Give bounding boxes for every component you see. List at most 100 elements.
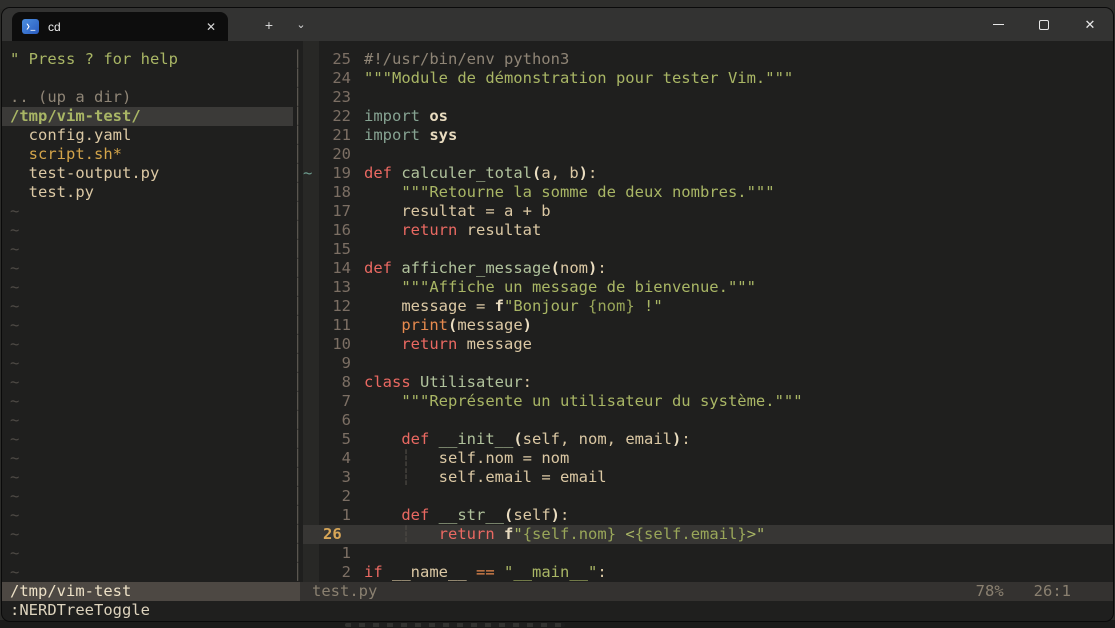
- empty-line-tilde: ~: [2, 259, 293, 278]
- code-line[interactable]: 21import sys: [303, 126, 1113, 145]
- line-number: 4: [319, 449, 351, 468]
- nerdtree-item[interactable]: test-output.py: [2, 164, 293, 183]
- separator-glyph: │: [293, 411, 303, 430]
- line-number: 1: [319, 544, 351, 563]
- new-tab-button[interactable]: +: [256, 14, 282, 38]
- code-line[interactable]: 10 return message: [303, 335, 1113, 354]
- code-line[interactable]: 12 message = f"Bonjour {nom} !": [303, 297, 1113, 316]
- statusline-editor: test.py 78% 26:1: [300, 582, 1113, 601]
- code-line[interactable]: 9: [303, 354, 1113, 373]
- empty-line-tilde: ~: [2, 525, 293, 544]
- empty-line-tilde: ~: [2, 544, 293, 563]
- line-number: 2: [319, 563, 351, 582]
- nerdtree-item[interactable]: config.yaml: [2, 126, 293, 145]
- code-text: """Module de démonstration pour tester V…: [351, 69, 1113, 88]
- nerdtree-item[interactable]: script.sh*: [2, 145, 293, 164]
- titlebar[interactable]: ❯_ cd ✕ + ⌄ ✕: [2, 8, 1113, 41]
- code-line[interactable]: 14def afficher_message(nom):: [303, 259, 1113, 278]
- code-text: """Représente un utilisateur du système.…: [351, 392, 1113, 411]
- close-button[interactable]: ✕: [1067, 8, 1113, 41]
- code-text: if __name__ == "__main__":: [351, 563, 1113, 582]
- editor-buffer[interactable]: 25#!/usr/bin/env python3 24"""Module de …: [303, 41, 1113, 582]
- code-line[interactable]: 4 ┆ self.nom = nom: [303, 449, 1113, 468]
- window-separator[interactable]: ││││││││││││││││││││││││││││: [293, 41, 303, 582]
- separator-glyph: │: [293, 392, 303, 411]
- code-line[interactable]: 13 """Affiche un message de bienvenue.""…: [303, 278, 1113, 297]
- line-number: 14: [319, 259, 351, 278]
- code-line[interactable]: 8class Utilisateur:: [303, 373, 1113, 392]
- code-line[interactable]: 11 print(message): [303, 316, 1113, 335]
- code-line[interactable]: 1: [303, 544, 1113, 563]
- gitgutter-modified-sign: ~: [303, 164, 319, 183]
- code-text: message = f"Bonjour {nom} !": [351, 297, 1113, 316]
- statusline-nerdtree: /tmp/vim-test: [2, 582, 300, 601]
- code-line-current[interactable]: 26 ┆ return f"{self.nom} <{self.email}>": [303, 525, 1113, 544]
- sign-cell: [303, 126, 319, 145]
- empty-line-tilde: ~: [2, 449, 293, 468]
- line-number: 25: [319, 50, 351, 69]
- empty-line-tilde: ~: [2, 221, 293, 240]
- code-line[interactable]: 17 resultat = a + b: [303, 202, 1113, 221]
- nerdtree-panel[interactable]: " Press ? for help.. (up a dir)/tmp/vim-…: [2, 41, 293, 582]
- tab-cd[interactable]: ❯_ cd ✕: [12, 12, 228, 41]
- line-number: 5: [319, 430, 351, 449]
- nerdtree-item[interactable]: test.py: [2, 183, 293, 202]
- line-number: 1: [319, 506, 351, 525]
- code-line[interactable]: 23: [303, 88, 1113, 107]
- code-line[interactable]: 16 return resultat: [303, 221, 1113, 240]
- separator-glyph: │: [293, 335, 303, 354]
- empty-line-tilde: ~: [2, 468, 293, 487]
- empty-line-tilde: ~: [2, 563, 293, 582]
- empty-line-tilde: ~: [2, 506, 293, 525]
- separator-glyph: │: [293, 468, 303, 487]
- separator-glyph: │: [293, 202, 303, 221]
- code-line[interactable]: ~19def calculer_total(a, b):: [303, 164, 1113, 183]
- code-line[interactable]: 20: [303, 145, 1113, 164]
- separator-glyph: │: [293, 69, 303, 88]
- code-line[interactable]: 18 """Retourne la somme de deux nombres.…: [303, 183, 1113, 202]
- code-text: [351, 411, 1113, 430]
- code-line[interactable]: 2if __name__ == "__main__":: [303, 563, 1113, 582]
- maximize-icon: [1039, 20, 1049, 30]
- sign-cell: [303, 354, 319, 373]
- separator-glyph: │: [293, 297, 303, 316]
- code-line[interactable]: 2: [303, 487, 1113, 506]
- sign-cell: [303, 50, 319, 69]
- sign-cell: [303, 544, 319, 563]
- code-line[interactable]: 25#!/usr/bin/env python3: [303, 50, 1113, 69]
- separator-glyph: │: [293, 373, 303, 392]
- code-text: """Affiche un message de bienvenue.""": [351, 278, 1113, 297]
- sign-cell: [303, 392, 319, 411]
- nerdtree-root-dir[interactable]: /tmp/vim-test/: [2, 107, 293, 126]
- code-line[interactable]: 3 ┆ self.email = email: [303, 468, 1113, 487]
- code-line[interactable]: 7 """Représente un utilisateur du systèm…: [303, 392, 1113, 411]
- sign-cell: [303, 525, 319, 544]
- code-line[interactable]: 15: [303, 240, 1113, 259]
- code-text: [351, 240, 1113, 259]
- separator-glyph: │: [293, 145, 303, 164]
- nerdtree-up-dir[interactable]: .. (up a dir): [2, 88, 293, 107]
- separator-glyph: │: [293, 240, 303, 259]
- line-number: 24: [319, 69, 351, 88]
- code-line[interactable]: 6: [303, 411, 1113, 430]
- empty-line-tilde: ~: [2, 430, 293, 449]
- tab-dropdown-button[interactable]: ⌄: [288, 14, 314, 38]
- separator-glyph: │: [293, 563, 303, 582]
- vim-command-line[interactable]: :NERDTreeToggle: [2, 601, 1113, 621]
- statusline-scroll-percent: 78%: [976, 582, 1004, 601]
- code-line[interactable]: 22import os: [303, 107, 1113, 126]
- minimize-button[interactable]: [975, 8, 1021, 41]
- tab-close-icon[interactable]: ✕: [202, 18, 220, 36]
- line-number: 22: [319, 107, 351, 126]
- empty-line-tilde: ~: [2, 335, 293, 354]
- code-line[interactable]: 24"""Module de démonstration pour tester…: [303, 69, 1113, 88]
- line-number: 9: [319, 354, 351, 373]
- separator-glyph: │: [293, 487, 303, 506]
- code-line[interactable]: 1 def __str__(self):: [303, 506, 1113, 525]
- line-number: 26: [319, 525, 351, 544]
- separator-glyph: │: [293, 183, 303, 202]
- maximize-button[interactable]: [1021, 8, 1067, 41]
- code-text: [351, 145, 1113, 164]
- code-line[interactable]: 5 def __init__(self, nom, email):: [303, 430, 1113, 449]
- code-text: return message: [351, 335, 1113, 354]
